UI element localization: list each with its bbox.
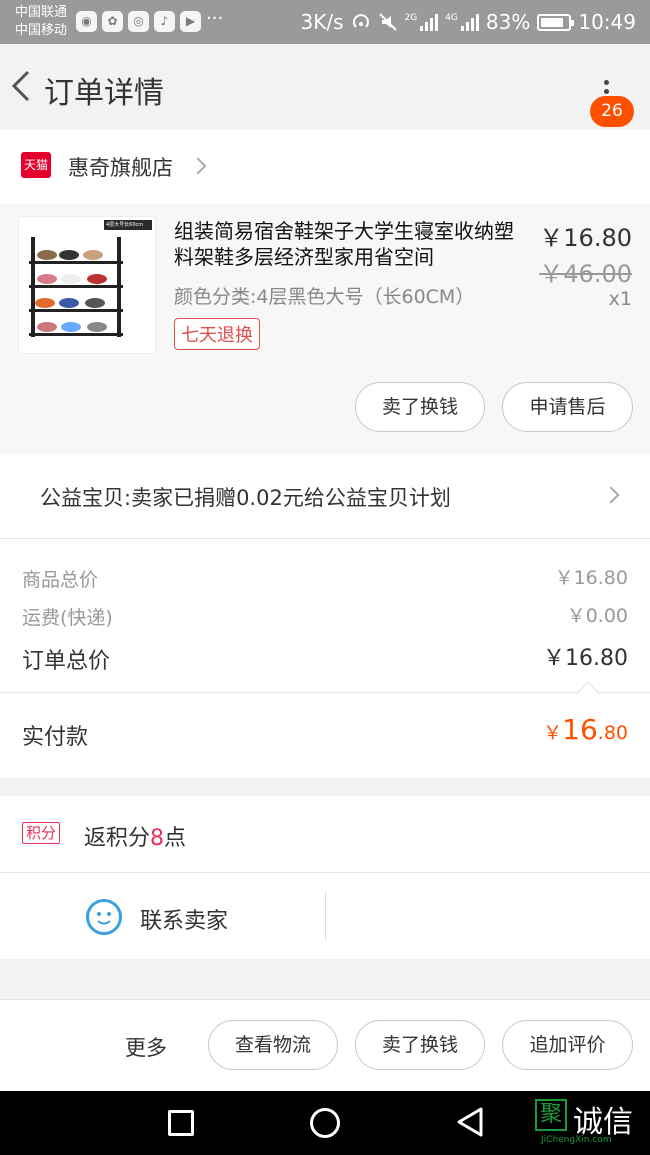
recents-icon[interactable] <box>168 1110 194 1136</box>
add-review-button[interactable]: 追加评价 <box>502 1020 633 1070</box>
contact-seller-icon[interactable] <box>86 899 122 935</box>
net-speed: 3K/s <box>300 10 344 34</box>
watermark-sub: JiChengXin.com <box>541 1135 612 1145</box>
hotspot-icon <box>352 14 369 28</box>
back-icon[interactable] <box>455 1106 485 1138</box>
product-quantity: x1 <box>608 288 632 310</box>
home-icon[interactable] <box>310 1108 340 1138</box>
shop-name[interactable]: 惠奇旗舰店 <box>68 152 173 182</box>
chevron-right-icon <box>602 486 620 504</box>
product-price: ￥16.80 <box>539 224 632 252</box>
notification-badge: 26 <box>590 96 634 127</box>
product-spec: 颜色分类:4层黑色大号（长60CM） <box>174 286 475 308</box>
contact-row: 联系卖家 <box>0 873 650 959</box>
charity-row[interactable]: 公益宝贝:卖家已捐赠0.02元给公益宝贝计划 <box>0 454 650 538</box>
overflow-icon: ··· <box>206 8 224 29</box>
shipping-value: ￥0.00 <box>566 605 628 627</box>
page-title: 订单详情 <box>44 76 164 111</box>
product-thumbnail[interactable]: 4层大号长60cm <box>18 216 156 354</box>
wechat-icon: ◉ <box>76 11 97 32</box>
thumb-label: 4层大号长60cm <box>104 220 152 230</box>
actual-paid-row: 实付款 ￥16.80 <box>0 681 650 778</box>
douyin-icon: ♪ <box>154 11 175 32</box>
goods-total-label: 商品总价 <box>22 569 99 591</box>
contact-seller-button[interactable]: 联系卖家 <box>140 903 228 935</box>
action-bar: 更多 查看物流 卖了换钱 追加评价 <box>0 999 650 1091</box>
actual-paid-value: ￥16.80 <box>543 713 628 746</box>
signal-1-icon: 2G <box>405 13 439 31</box>
order-total-value: ￥16.80 <box>543 646 628 671</box>
points-text: 返积分8点 <box>84 820 186 852</box>
baidu-icon: ✿ <box>102 11 123 32</box>
after-sale-button[interactable]: 申请售后 <box>502 382 633 432</box>
goods-total-value: ￥16.80 <box>554 567 628 589</box>
points-tag: 积分 <box>22 822 61 844</box>
watermark-logo: 聚 诚信 JiChengXin.com <box>533 1097 647 1149</box>
carrier-1: 中国联通 <box>15 5 68 20</box>
order-total-label: 订单总价 <box>22 649 111 674</box>
points-prefix: 返积分 <box>84 826 151 851</box>
product-item[interactable]: 4层大号长60cm 组装简易宿舍鞋架子大学生寝室收纳塑料架鞋多层经济型家用省空间… <box>0 204 650 454</box>
actual-paid-label: 实付款 <box>22 725 89 750</box>
video-icon: ▶ <box>180 11 201 32</box>
return-policy-tag: 七天退换 <box>174 318 260 350</box>
battery-icon <box>537 13 575 31</box>
paid-decimal: .80 <box>597 722 628 744</box>
weibo-icon: ◎ <box>128 11 149 32</box>
divider <box>325 891 326 941</box>
mute-icon <box>378 13 397 31</box>
more-button[interactable]: 更多 <box>125 1032 167 1062</box>
shipping-label: 运费(快递) <box>22 607 113 629</box>
battery-percent: 83% <box>485 10 531 34</box>
points-number: 8 <box>150 826 165 851</box>
back-arrow-icon[interactable] <box>8 66 36 106</box>
paid-integer: 16 <box>562 713 598 746</box>
charity-text: 公益宝贝:卖家已捐赠0.02元给公益宝贝计划 <box>40 486 451 510</box>
shop-row[interactable]: 天猫 惠奇旗舰店 <box>0 130 650 204</box>
system-nav-bar: 聚 诚信 JiChengXin.com <box>0 1091 650 1155</box>
notification-icons: ◉ ✿ ◎ ♪ ▶ ··· <box>76 8 224 32</box>
status-bar: 中国联通 中国移动 ◉ ✿ ◎ ♪ ▶ ··· 3K/s 2G 4G 83% 1… <box>0 0 650 44</box>
carrier-info: 中国联通 中国移动 <box>15 4 67 40</box>
clock: 10:49 <box>578 10 636 34</box>
points-suffix: 点 <box>164 826 187 851</box>
product-title[interactable]: 组装简易宿舍鞋架子大学生寝室收纳塑料架鞋多层经济型家用省空间 <box>174 218 524 270</box>
price-summary: 商品总价 ￥16.80 运费(快递) ￥0.00 订单总价 ￥16.80 <box>0 539 650 692</box>
shoe-rack-image <box>29 237 123 337</box>
paid-currency: ￥ <box>543 722 563 744</box>
carrier-2: 中国移动 <box>15 23 68 38</box>
header: 订单详情 26 <box>0 44 650 130</box>
sell-button-bottom[interactable]: 卖了换钱 <box>355 1020 485 1070</box>
watermark-box: 聚 <box>535 1099 567 1131</box>
signal-2-icon: 4G <box>445 13 479 31</box>
view-logistics-button[interactable]: 查看物流 <box>208 1020 338 1070</box>
tmall-icon: 天猫 <box>21 152 51 178</box>
original-price: ￥46.00 <box>539 260 632 288</box>
sell-button[interactable]: 卖了换钱 <box>355 382 485 432</box>
points-row: 积分 返积分8点 <box>0 796 650 872</box>
chevron-right-icon <box>189 157 207 175</box>
status-right: 3K/s 2G 4G 83% 10:49 <box>301 10 637 34</box>
